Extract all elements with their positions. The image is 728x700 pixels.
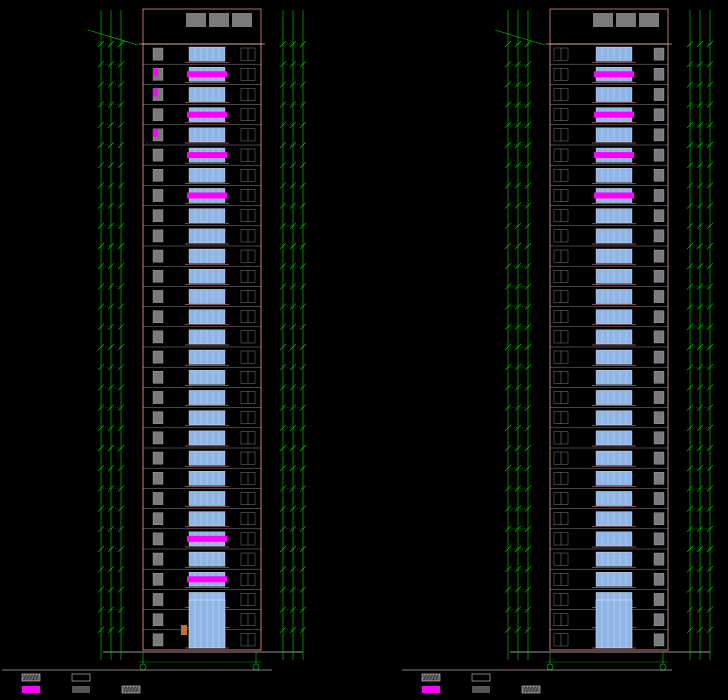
side-panel <box>653 391 665 404</box>
side-panel <box>152 209 164 222</box>
accent-panel <box>594 152 634 159</box>
side-panel <box>653 532 665 546</box>
accent-small <box>153 128 158 137</box>
side-panel <box>653 209 665 222</box>
side-panel <box>152 249 164 263</box>
roof-box <box>616 13 636 27</box>
side-panel <box>653 148 665 162</box>
side-panel <box>152 108 164 121</box>
roof-box <box>593 13 613 27</box>
side-panel <box>653 371 665 384</box>
side-panel <box>152 552 164 566</box>
side-panel <box>653 128 665 142</box>
accent-panel <box>187 71 227 78</box>
side-panel <box>152 189 164 202</box>
roof-box <box>209 13 229 27</box>
side-panel <box>152 371 164 384</box>
side-panel <box>152 492 164 505</box>
side-panel <box>653 68 665 81</box>
side-panel <box>152 270 164 283</box>
side-panel <box>653 249 665 263</box>
side-panel <box>653 350 665 364</box>
side-panel <box>653 573 665 586</box>
accent-panel <box>594 71 634 78</box>
side-panel <box>653 593 665 606</box>
side-panel <box>152 290 164 303</box>
side-panel <box>152 593 164 606</box>
accent-panel <box>187 192 227 199</box>
side-panel <box>653 492 665 505</box>
accent-panel <box>187 111 227 118</box>
side-panel <box>653 270 665 283</box>
accent-small <box>153 88 158 97</box>
side-panel <box>653 88 665 101</box>
accent-panel <box>594 192 634 199</box>
side-panel <box>653 310 665 323</box>
side-panel <box>152 472 164 485</box>
side-panel <box>653 229 665 243</box>
side-panel <box>653 552 665 566</box>
side-panel <box>152 613 164 626</box>
legend-swatch <box>72 686 90 693</box>
side-panel <box>152 451 164 465</box>
legend-swatch <box>472 686 490 693</box>
side-panel <box>653 330 665 344</box>
side-panel <box>653 472 665 485</box>
side-panel <box>653 189 665 202</box>
side-panel <box>152 573 164 586</box>
accent-panel <box>187 576 227 583</box>
side-panel <box>653 411 665 424</box>
accent-small <box>153 68 158 77</box>
side-panel <box>152 411 164 424</box>
side-panel <box>653 633 665 647</box>
side-panel <box>152 633 164 647</box>
cad-drawing-canvas <box>0 0 728 700</box>
side-panel <box>653 512 665 525</box>
side-panel <box>152 169 164 182</box>
side-panel <box>152 148 164 162</box>
side-panel <box>152 350 164 364</box>
legend-swatch <box>22 686 40 693</box>
side-panel <box>152 47 164 61</box>
roof-box <box>639 13 659 27</box>
side-panel <box>653 431 665 445</box>
side-panel <box>152 431 164 445</box>
roof-box <box>186 13 206 27</box>
entrance-door <box>181 625 187 635</box>
roof-box <box>232 13 252 27</box>
accent-panel <box>187 535 227 542</box>
side-panel <box>152 532 164 546</box>
accent-panel <box>594 111 634 118</box>
side-panel <box>653 613 665 626</box>
side-panel <box>152 229 164 243</box>
side-panel <box>653 108 665 121</box>
side-panel <box>653 451 665 465</box>
side-panel <box>152 330 164 344</box>
side-panel <box>653 47 665 61</box>
legend-swatch <box>422 686 440 693</box>
accent-panel <box>187 152 227 159</box>
side-panel <box>152 310 164 323</box>
side-panel <box>152 512 164 525</box>
side-panel <box>152 391 164 404</box>
side-panel <box>653 290 665 303</box>
side-panel <box>653 169 665 182</box>
